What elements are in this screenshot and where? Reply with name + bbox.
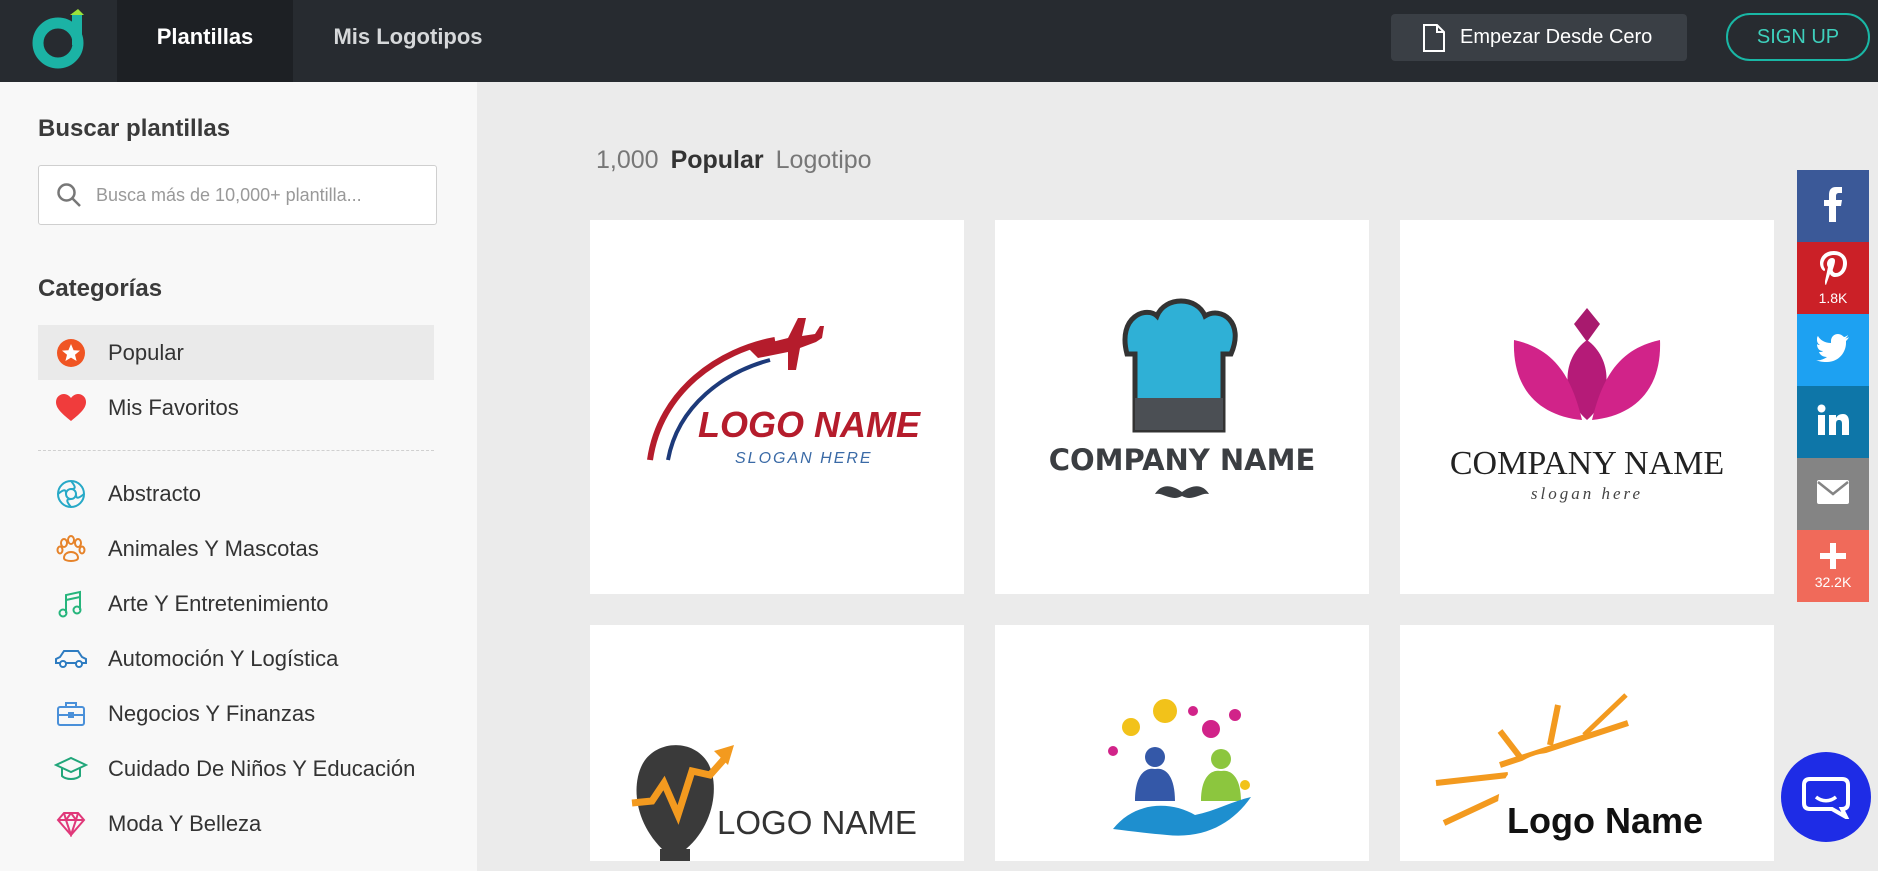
category-label: Negocios Y Finanzas: [108, 700, 316, 726]
search-input[interactable]: [96, 184, 406, 206]
car-icon: [54, 642, 88, 676]
template-title: Logo Name: [1507, 800, 1703, 841]
share-email-button[interactable]: [1797, 458, 1869, 530]
chat-bubble-icon: [1802, 777, 1850, 819]
sidebar: Buscar plantillas Categorías Popular Mis…: [0, 82, 477, 871]
search-heading: Buscar plantillas: [38, 115, 231, 142]
paw-icon: [54, 532, 88, 566]
bulb-logo-icon: [631, 745, 734, 861]
template-card[interactable]: Logo Name: [1400, 625, 1774, 861]
plus-icon: [1820, 543, 1846, 569]
template-card[interactable]: LOGO NAME: [590, 625, 964, 861]
people-hand-logo-icon: [1108, 699, 1251, 836]
music-note-icon: [54, 587, 88, 621]
template-slogan: SLOGAN HERE: [735, 450, 873, 467]
category-negocios[interactable]: Negocios Y Finanzas: [38, 686, 434, 741]
email-icon: [1817, 480, 1849, 504]
chef-hat-logo-icon: [1122, 298, 1238, 433]
tab-mis-logotipos[interactable]: Mis Logotipos: [308, 0, 508, 82]
category-popular[interactable]: Popular: [38, 325, 434, 380]
chat-button[interactable]: [1781, 752, 1871, 842]
twitter-icon: [1816, 334, 1849, 362]
template-card[interactable]: COMPANY NAME: [995, 220, 1369, 594]
category-label: Automoción Y Logística: [108, 645, 339, 671]
linkedin-icon: [1817, 404, 1849, 435]
template-title: LOGO NAME: [698, 404, 921, 445]
start-blank-label: Empezar Desde Cero: [1460, 26, 1653, 48]
category-favoritos[interactable]: Mis Favoritos: [38, 380, 434, 435]
pinterest-icon: [1820, 251, 1847, 285]
star-icon: [54, 336, 88, 370]
category-divider: [38, 450, 434, 451]
share-linkedin-button[interactable]: [1797, 386, 1869, 458]
brand-logo-icon[interactable]: [26, 7, 92, 73]
category-automocion[interactable]: Automoción Y Logística: [38, 631, 434, 686]
category-label: Abstracto: [108, 480, 201, 506]
results-heading: 1,000 Popular Logotipo: [596, 146, 872, 175]
share-count: 1.8K: [1818, 290, 1848, 306]
categories-heading: Categorías: [38, 275, 163, 302]
share-more-button[interactable]: 32.2K: [1797, 530, 1869, 602]
swirl-icon: [54, 477, 88, 511]
template-card[interactable]: LOGO NAME SLOGAN HERE: [590, 220, 964, 594]
top-navbar: Plantillas Mis Logotipos Empezar Desde C…: [0, 0, 1878, 82]
template-card[interactable]: COMPANY NAME slogan here: [1400, 220, 1774, 594]
diamond-icon: [54, 807, 88, 841]
search-icon: [57, 183, 81, 207]
document-icon: [1423, 23, 1445, 52]
share-count: 32.2K: [1814, 574, 1852, 590]
category-animales[interactable]: Animales Y Mascotas: [38, 521, 434, 576]
category-arte[interactable]: Arte Y Entretenimiento: [38, 576, 434, 631]
facebook-icon: [1824, 187, 1842, 222]
category-educacion[interactable]: Cuidado De Niños Y Educación: [38, 741, 434, 796]
results-type: Logotipo: [775, 146, 872, 174]
category-label: Animales Y Mascotas: [108, 535, 319, 561]
results-category: Popular: [670, 146, 764, 174]
category-label: Arte Y Entretenimiento: [108, 590, 329, 616]
mustache-icon: [1155, 486, 1209, 498]
lotus-logo-icon: [1513, 308, 1661, 420]
template-card[interactable]: [995, 625, 1369, 861]
graduation-cap-icon: [54, 752, 88, 786]
start-blank-button[interactable]: Empezar Desde Cero: [1391, 14, 1687, 61]
category-moda[interactable]: Moda Y Belleza: [38, 796, 434, 851]
category-label: Mis Favoritos: [108, 394, 239, 420]
search-box[interactable]: [38, 165, 437, 225]
results-count: 1,000: [596, 146, 659, 174]
category-label: Moda Y Belleza: [108, 810, 262, 836]
share-twitter-button[interactable]: [1797, 314, 1869, 386]
template-title: LOGO NAME: [717, 804, 917, 841]
briefcase-icon: [54, 697, 88, 731]
template-title: COMPANY NAME: [1450, 445, 1724, 482]
sign-up-button[interactable]: SIGN UP: [1726, 13, 1870, 61]
share-facebook-button[interactable]: [1797, 170, 1869, 242]
share-pinterest-button[interactable]: 1.8K: [1797, 242, 1869, 314]
category-label: Popular: [108, 339, 184, 365]
tab-plantillas[interactable]: Plantillas: [117, 0, 293, 82]
template-slogan: slogan here: [1531, 484, 1643, 503]
category-label: Cuidado De Niños Y Educación: [108, 755, 416, 781]
heart-icon: [54, 391, 88, 425]
template-title: COMPANY NAME: [1049, 443, 1316, 477]
category-abstracto[interactable]: Abstracto: [38, 466, 434, 521]
